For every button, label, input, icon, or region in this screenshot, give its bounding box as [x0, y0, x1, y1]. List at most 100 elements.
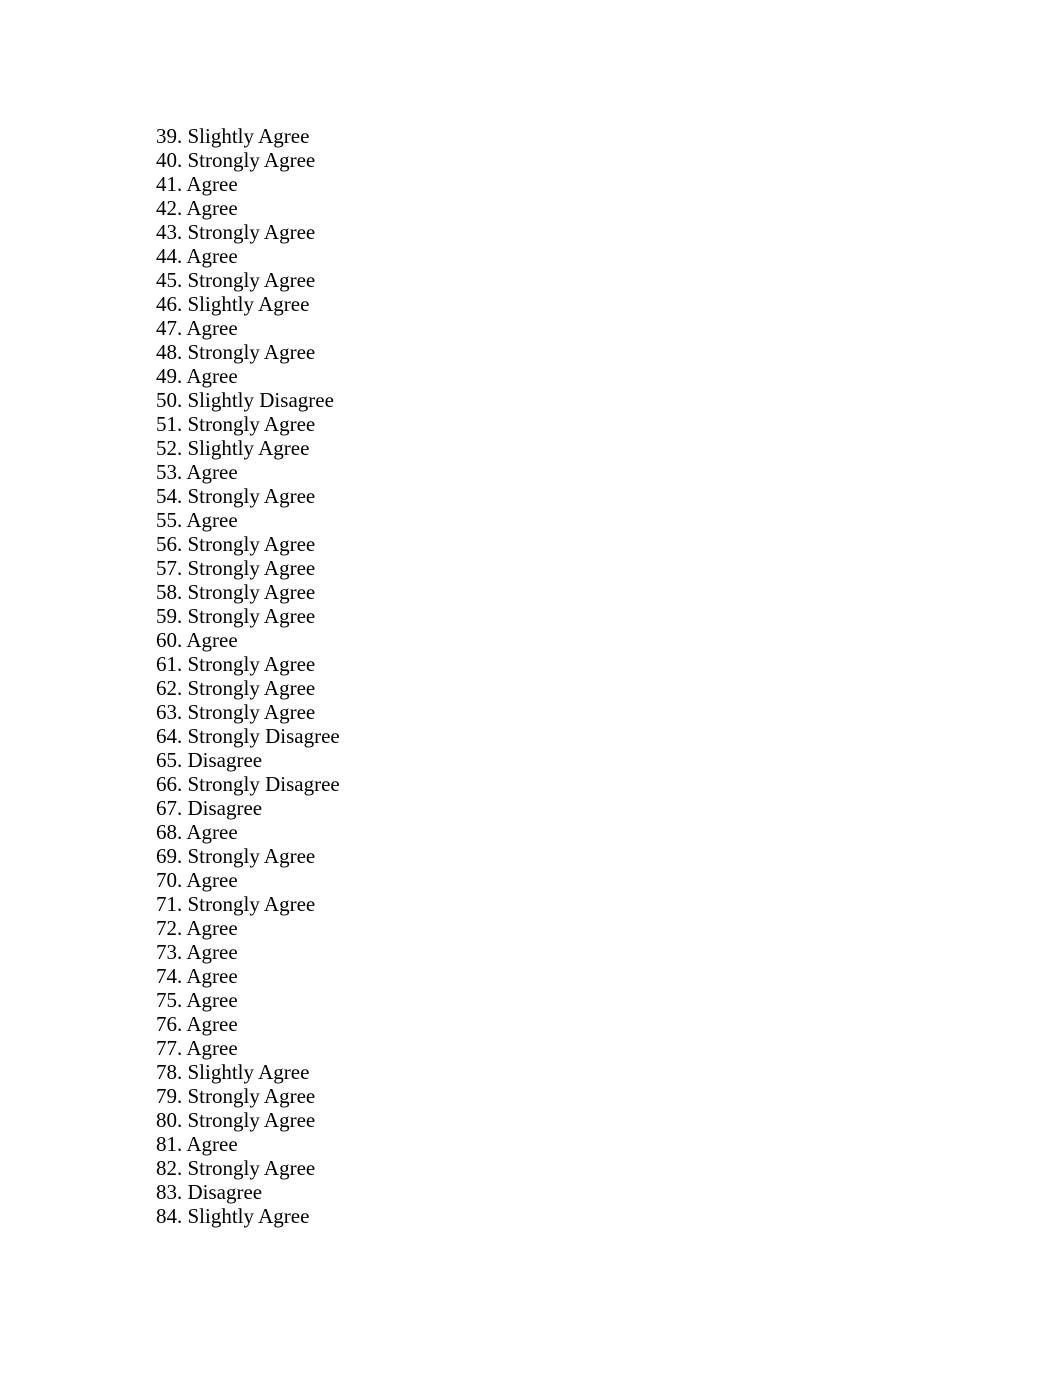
answer-item: 62. Strongly Agree	[156, 676, 340, 700]
answer-response: Agree	[186, 196, 238, 220]
answer-number: 84.	[156, 1204, 183, 1228]
answer-response: Strongly Agree	[187, 892, 316, 916]
answer-number: 76.	[156, 1012, 183, 1036]
answer-response: Strongly Agree	[187, 268, 316, 292]
answer-response: Agree	[186, 364, 238, 388]
answer-number: 40.	[156, 148, 183, 172]
answer-response: Strongly Agree	[187, 700, 316, 724]
answer-list: 39. Slightly Agree 40. Strongly Agree 41. …	[156, 124, 340, 1228]
answer-response: Slightly Agree	[187, 124, 310, 148]
answer-item: 73. Agree	[156, 940, 340, 964]
answer-item: 67. Disagree	[156, 796, 340, 820]
answer-response: Agree	[186, 916, 238, 940]
answer-item: 57. Strongly Agree	[156, 556, 340, 580]
answer-item: 58. Strongly Agree	[156, 580, 340, 604]
answer-response: Agree	[186, 964, 238, 988]
answer-item: 53. Agree	[156, 460, 340, 484]
answer-response: Strongly Agree	[187, 652, 316, 676]
answer-item: 50. Slightly Disagree	[156, 388, 340, 412]
answer-number: 55.	[156, 508, 183, 532]
answer-number: 83.	[156, 1180, 183, 1204]
answer-response: Slightly Agree	[187, 436, 310, 460]
answer-item: 55. Agree	[156, 508, 340, 532]
answer-number: 56.	[156, 532, 183, 556]
answer-number: 50.	[156, 388, 183, 412]
answer-item: 63. Strongly Agree	[156, 700, 340, 724]
answer-response: Agree	[186, 172, 238, 196]
answer-item: 78. Slightly Agree	[156, 1060, 340, 1084]
answer-number: 82.	[156, 1156, 183, 1180]
answer-item: 60. Agree	[156, 628, 340, 652]
answer-number: 78.	[156, 1060, 183, 1084]
answer-item: 52. Slightly Agree	[156, 436, 340, 460]
answer-number: 49.	[156, 364, 183, 388]
answer-response: Strongly Agree	[187, 532, 316, 556]
answer-response: Agree	[186, 628, 238, 652]
answer-number: 53.	[156, 460, 183, 484]
answer-item: 40. Strongly Agree	[156, 148, 340, 172]
answer-item: 71. Strongly Agree	[156, 892, 340, 916]
answer-item: 76. Agree	[156, 1012, 340, 1036]
answer-response: Strongly Agree	[187, 220, 316, 244]
answer-response: Agree	[186, 508, 238, 532]
answer-number: 66.	[156, 772, 183, 796]
answer-response: Strongly Disagree	[187, 772, 340, 796]
answer-number: 79.	[156, 1084, 183, 1108]
answer-item: 64. Strongly Disagree	[156, 724, 340, 748]
answer-response: Slightly Agree	[187, 1204, 310, 1228]
answer-response: Strongly Agree	[187, 412, 316, 436]
answer-number: 45.	[156, 268, 183, 292]
answer-number: 81.	[156, 1132, 183, 1156]
answer-item: 43. Strongly Agree	[156, 220, 340, 244]
answer-item: 65. Disagree	[156, 748, 340, 772]
answer-number: 44.	[156, 244, 183, 268]
answer-item: 45. Strongly Agree	[156, 268, 340, 292]
answer-response: Agree	[186, 868, 238, 892]
answer-number: 64.	[156, 724, 183, 748]
answer-response: Agree	[186, 940, 238, 964]
answer-number: 59.	[156, 604, 183, 628]
answer-item: 39. Slightly Agree	[156, 124, 340, 148]
answer-item: 66. Strongly Disagree	[156, 772, 340, 796]
answer-response: Strongly Agree	[187, 484, 316, 508]
answer-response: Agree	[186, 1012, 238, 1036]
answer-item: 59. Strongly Agree	[156, 604, 340, 628]
answer-number: 43.	[156, 220, 183, 244]
answer-item: 69. Strongly Agree	[156, 844, 340, 868]
answer-number: 51.	[156, 412, 183, 436]
answer-number: 63.	[156, 700, 183, 724]
answer-item: 79. Strongly Agree	[156, 1084, 340, 1108]
answer-item: 81. Agree	[156, 1132, 340, 1156]
answer-number: 48.	[156, 340, 183, 364]
answer-response: Disagree	[187, 748, 263, 772]
answer-number: 52.	[156, 436, 183, 460]
answer-number: 60.	[156, 628, 183, 652]
answer-response: Strongly Agree	[187, 1084, 316, 1108]
answer-response: Slightly Agree	[187, 292, 310, 316]
answer-item: 74. Agree	[156, 964, 340, 988]
answer-response: Slightly Agree	[187, 1060, 310, 1084]
answer-number: 39.	[156, 124, 183, 148]
answer-response: Agree	[186, 820, 238, 844]
answer-response: Agree	[186, 1132, 238, 1156]
answer-response: Agree	[186, 244, 238, 268]
answer-number: 67.	[156, 796, 183, 820]
answer-item: 46. Slightly Agree	[156, 292, 340, 316]
answer-item: 82. Strongly Agree	[156, 1156, 340, 1180]
answer-number: 54.	[156, 484, 183, 508]
answer-item: 75. Agree	[156, 988, 340, 1012]
answer-number: 69.	[156, 844, 183, 868]
answer-item: 72. Agree	[156, 916, 340, 940]
answer-number: 42.	[156, 196, 183, 220]
answer-item: 77. Agree	[156, 1036, 340, 1060]
answer-response: Agree	[186, 316, 238, 340]
answer-response: Strongly Agree	[187, 556, 316, 580]
answer-item: 70. Agree	[156, 868, 340, 892]
answer-item: 49. Agree	[156, 364, 340, 388]
answer-number: 47.	[156, 316, 183, 340]
answer-number: 75.	[156, 988, 183, 1012]
answer-number: 80.	[156, 1108, 183, 1132]
answer-number: 46.	[156, 292, 183, 316]
answer-response: Strongly Agree	[187, 148, 316, 172]
answer-item: 54. Strongly Agree	[156, 484, 340, 508]
